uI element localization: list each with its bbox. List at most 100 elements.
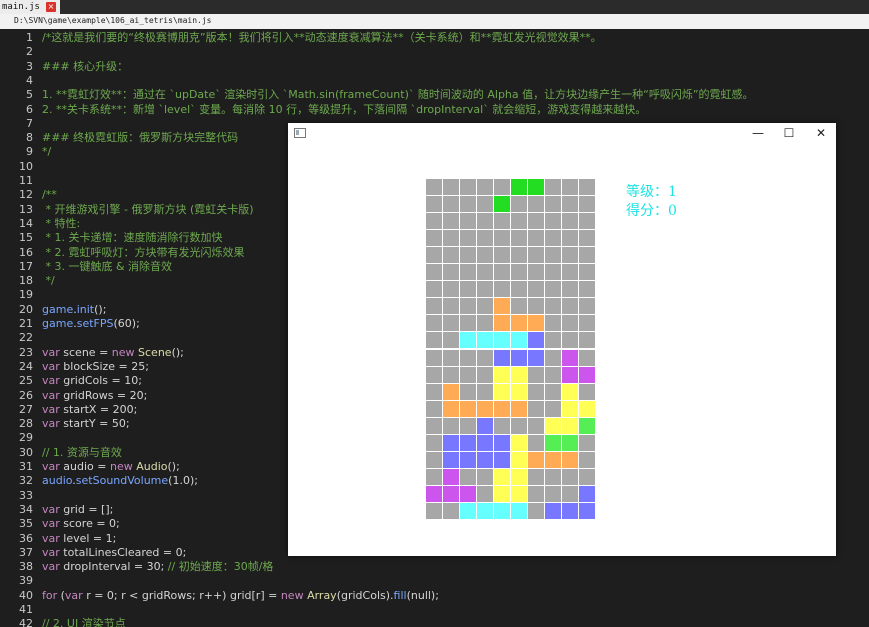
- code-text: * 2. 霓虹呼吸灯：方块带有发光闪烁效果: [42, 246, 244, 260]
- code-token: (1.0);: [168, 474, 198, 488]
- tab-main-js[interactable]: main.js ×: [0, 0, 60, 14]
- block-cell: [493, 349, 510, 366]
- code-token: audio: [42, 474, 73, 488]
- block-cell: [562, 435, 579, 452]
- code-token: var: [42, 345, 64, 359]
- empty-cell: [579, 212, 596, 229]
- code-line: 42 // 2. UI 渲染节点: [0, 617, 869, 627]
- code-token: var: [42, 388, 64, 402]
- block-cell: [562, 400, 579, 417]
- block-cell: [493, 452, 510, 469]
- code-token: audio =: [63, 460, 110, 473]
- empty-cell: [459, 246, 476, 263]
- empty-cell: [476, 383, 493, 400]
- maximize-button[interactable]: ☐: [781, 125, 797, 141]
- empty-cell: [511, 246, 528, 263]
- minimize-button[interactable]: —: [750, 125, 766, 141]
- empty-cell: [459, 469, 476, 486]
- block-cell: [545, 417, 562, 434]
- empty-cell: [511, 195, 528, 212]
- code-token: ### 核心升级：: [42, 59, 129, 73]
- line-number: 38: [19, 560, 33, 574]
- block-cell: [528, 178, 545, 195]
- close-window-button[interactable]: ✕: [813, 125, 829, 141]
- code-text: var gridCols = 10;: [42, 374, 142, 388]
- block-cell: [511, 452, 528, 469]
- empty-cell: [425, 264, 442, 281]
- code-token: r = 0; r < gridRows; r++) grid[r] =: [86, 588, 281, 602]
- window-titlebar[interactable]: — ☐ ✕: [288, 123, 836, 143]
- empty-cell: [579, 281, 596, 298]
- empty-cell: [459, 315, 476, 332]
- empty-cell: [459, 383, 476, 400]
- code-token: var: [42, 460, 64, 473]
- empty-cell: [579, 315, 596, 332]
- empty-cell: [425, 349, 442, 366]
- line-number: 6: [26, 102, 33, 116]
- block-cell: [511, 332, 528, 349]
- line-number: 22: [19, 331, 33, 345]
- line-number: 42: [19, 617, 33, 627]
- code-token: /**: [42, 188, 57, 202]
- empty-cell: [579, 383, 596, 400]
- empty-cell: [493, 178, 510, 195]
- line-number: 39: [19, 574, 33, 588]
- code-line: 4: [0, 74, 869, 88]
- block-cell: [493, 195, 510, 212]
- empty-cell: [476, 315, 493, 332]
- block-cell: [493, 332, 510, 349]
- code-text: */: [42, 274, 54, 288]
- empty-cell: [545, 281, 562, 298]
- block-cell: [459, 400, 476, 417]
- line-number: 35: [19, 517, 33, 531]
- empty-cell: [579, 332, 596, 349]
- empty-cell: [493, 264, 510, 281]
- code-token: new: [109, 460, 137, 473]
- code-line: 40 for (var r = 0; r < gridRows; r++) gri…: [0, 589, 869, 603]
- empty-cell: [511, 281, 528, 298]
- line-number: 19: [19, 288, 33, 302]
- empty-cell: [425, 212, 442, 229]
- code-token: // 初始速度：30帧/格: [167, 560, 274, 574]
- block-cell: [442, 452, 459, 469]
- empty-cell: [528, 400, 545, 417]
- empty-cell: [579, 349, 596, 366]
- empty-cell: [511, 212, 528, 229]
- empty-cell: [425, 435, 442, 452]
- line-number: 21: [19, 317, 33, 330]
- code-token: startY = 50;: [63, 417, 130, 431]
- close-tab-icon[interactable]: ×: [45, 2, 56, 12]
- line-number: 5: [26, 88, 33, 102]
- code-token: gridRows = 20;: [63, 388, 148, 402]
- empty-cell: [425, 469, 442, 486]
- empty-cell: [579, 435, 596, 452]
- empty-cell: [493, 229, 510, 246]
- line-number: 10: [19, 159, 33, 173]
- line-number: 8: [26, 131, 33, 145]
- code-token: var: [42, 402, 64, 416]
- block-cell: [442, 469, 459, 486]
- block-cell: [459, 435, 476, 452]
- line-number: 28: [19, 417, 33, 431]
- empty-cell: [459, 264, 476, 281]
- empty-cell: [545, 332, 562, 349]
- code-token: var: [42, 517, 64, 531]
- block-cell: [476, 503, 493, 520]
- block-cell: [511, 400, 528, 417]
- empty-cell: [425, 298, 442, 315]
- block-cell: [511, 366, 528, 383]
- block-cell: [459, 486, 476, 503]
- empty-cell: [493, 246, 510, 263]
- empty-cell: [459, 417, 476, 434]
- code-token: (gridCols).: [336, 588, 394, 602]
- code-text: ### 核心升级：: [42, 60, 128, 74]
- line-number: 9: [26, 145, 33, 159]
- block-cell: [511, 349, 528, 366]
- game-window: — ☐ ✕ 等级：1 得分：0: [288, 123, 836, 556]
- line-number: 34: [19, 502, 33, 516]
- code-token: totalLinesCleared = 0;: [63, 545, 187, 559]
- block-cell: [476, 400, 493, 417]
- empty-cell: [493, 417, 510, 434]
- line-number: 17: [19, 259, 33, 273]
- block-cell: [511, 435, 528, 452]
